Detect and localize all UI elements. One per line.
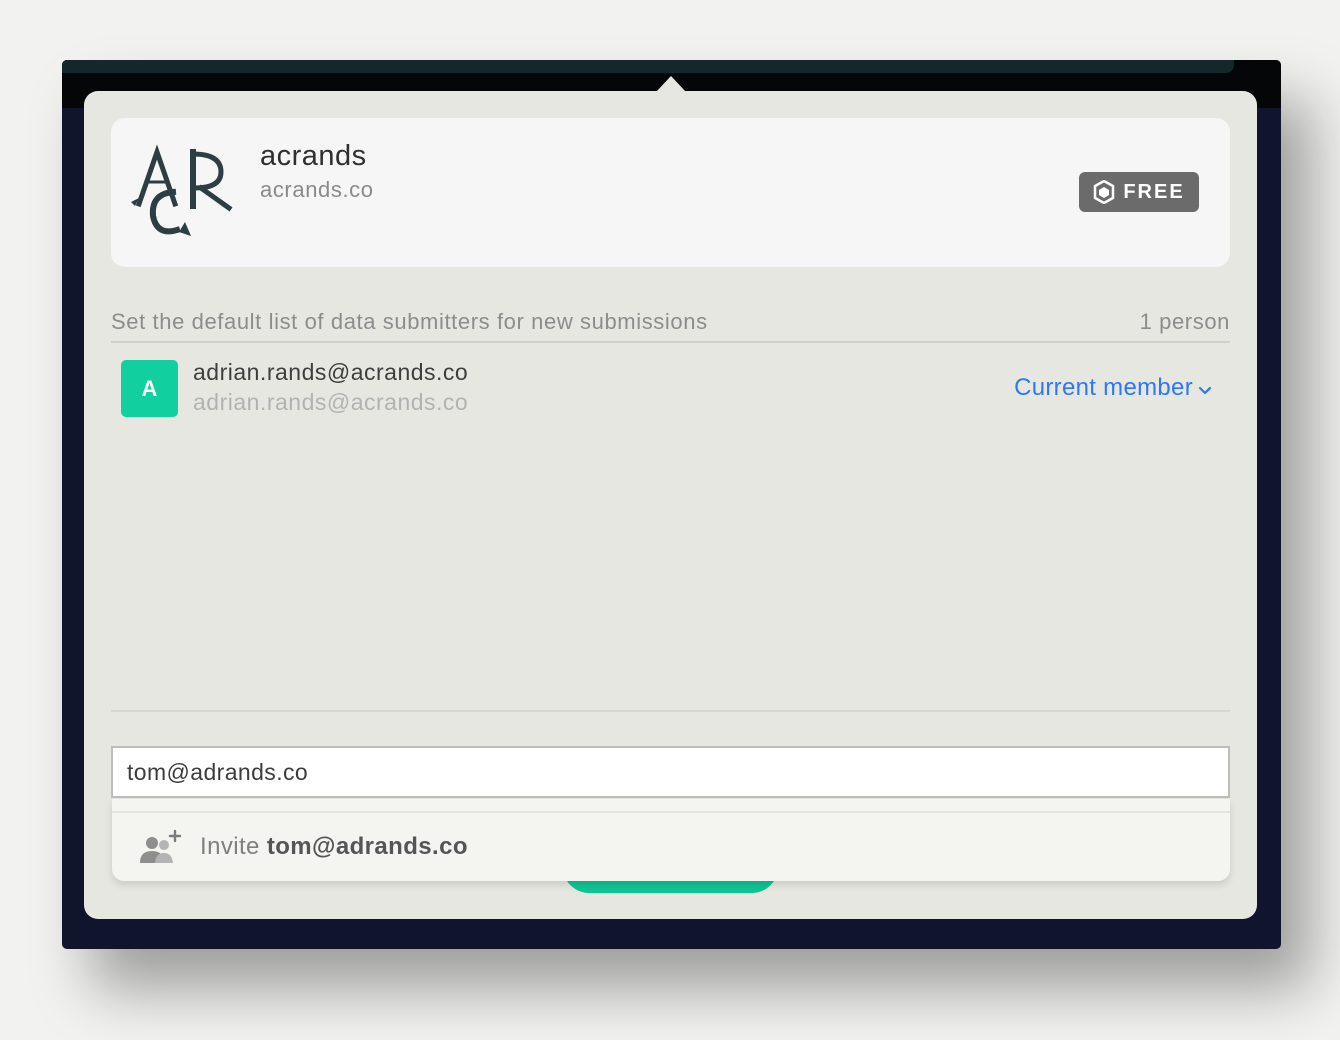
member-role-dropdown[interactable]: Current member — [1014, 374, 1213, 402]
organization-popover: acrands acrands.co FREE Set the default … — [84, 76, 1257, 919]
invite-suggestion-text: Invite tom@adrands.co — [200, 833, 468, 861]
invite-suggestion-prefix: Invite — [200, 833, 260, 860]
popover-arrow — [656, 76, 686, 92]
add-user-icon — [140, 829, 182, 863]
chevron-down-icon — [1198, 386, 1212, 395]
avatar: A — [121, 360, 178, 417]
plan-label: FREE — [1123, 180, 1185, 203]
member-role-label: Current member — [1014, 374, 1193, 401]
invite-suggestion-item[interactable]: Invite tom@adrands.co — [112, 813, 1230, 881]
org-domain: acrands.co — [260, 177, 374, 202]
org-name: acrands — [260, 140, 367, 172]
plan-badge: FREE — [1079, 172, 1199, 212]
member-row: A adrian.rands@acrands.co adrian.rands@a… — [111, 353, 1230, 423]
submitters-count: 1 person — [1139, 309, 1230, 334]
org-card: acrands acrands.co FREE — [111, 118, 1230, 267]
invite-suggestion-email: tom@adrands.co — [266, 833, 468, 860]
submitters-title: Set the default list of data submitters … — [111, 309, 708, 334]
invite-email-input[interactable] — [111, 746, 1230, 798]
shield-icon — [1094, 180, 1115, 204]
app-topbar-inner — [62, 60, 1234, 73]
member-email: adrian.rands@acrands.co — [193, 359, 469, 385]
member-subtitle: adrian.rands@acrands.co — [193, 389, 469, 415]
submitters-header: Set the default list of data submitters … — [111, 307, 1230, 343]
list-divider — [111, 710, 1230, 712]
org-logo — [131, 144, 233, 236]
invite-suggestion-panel: Invite tom@adrands.co — [112, 799, 1230, 881]
